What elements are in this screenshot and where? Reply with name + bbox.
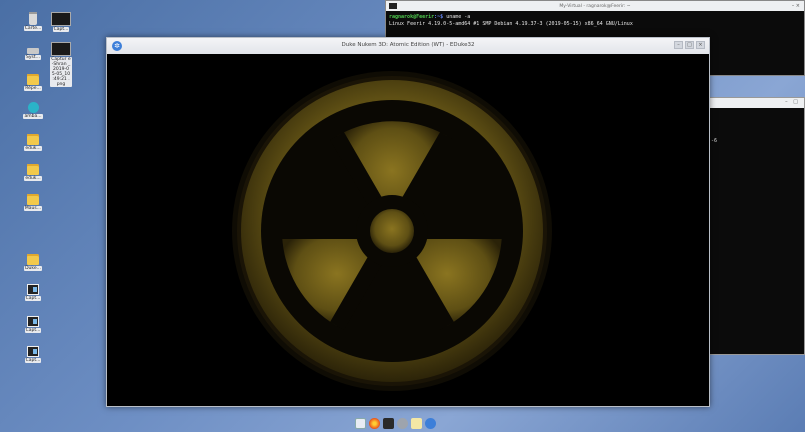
desktop-icon-label: Maus... (23, 206, 43, 211)
close-button[interactable]: × (696, 41, 705, 49)
desktop-icon-trash[interactable]: Carte... (22, 12, 44, 31)
terminal-command-line: ragnarok@Feerir:~$ uname -a (389, 14, 801, 21)
desktop-icon-label: Carte... (23, 26, 43, 31)
taskbar (355, 416, 436, 430)
desktop-icon-label: Capt... (24, 358, 42, 363)
text-editor-icon[interactable] (411, 417, 422, 429)
trash-icon (29, 12, 37, 25)
terminal-window-controls[interactable]: – × (792, 3, 800, 9)
desktop-icon-label: Syst... (25, 55, 41, 60)
screenshot-icon (27, 284, 39, 295)
game-window[interactable]: ✲ Duke Nukem 3D: Atomic Edition (WT) - E… (106, 37, 710, 407)
drive-icon (27, 48, 39, 54)
desktop-icon-repertoire[interactable]: Répe... (22, 74, 44, 91)
screenshot-icon (27, 316, 39, 327)
desktop-icon-eduke-2[interactable]: eduk... (22, 164, 44, 181)
desktop-icon-capture-2[interactable]: Capt... (22, 316, 44, 333)
desktop-icon-capture-1[interactable]: Capt... (22, 284, 44, 301)
secondary-window-text: -6 (711, 138, 718, 144)
minimize-button[interactable]: – (674, 41, 683, 49)
eduke32-icon[interactable] (425, 417, 436, 429)
terminal-titlebar[interactable]: My-Virtual - ragnarok@Feerir: ~ – × (386, 1, 804, 11)
desktop-icon-label: Duke... (24, 266, 42, 271)
prompt-user: ragnarok@Feerir (389, 14, 435, 20)
desktop-icon-amba[interactable]: amba... (22, 102, 44, 119)
desktop-icon-label: eduk... (24, 176, 42, 181)
desktop-icon-eduke-1[interactable]: eduk... (22, 134, 44, 151)
desktop-icon-capture-3[interactable]: Capt... (22, 346, 44, 363)
terminal-output[interactable]: ragnarok@Feerir:~$ uname -a Linux Feerir… (386, 11, 804, 31)
prompt-path: :~$ (434, 14, 444, 20)
secondary-window-controls[interactable]: – □ (785, 99, 800, 105)
game-titlebar[interactable]: ✲ Duke Nukem 3D: Atomic Edition (WT) - E… (107, 38, 709, 55)
settings-icon[interactable] (397, 417, 408, 429)
terminal-command: uname -a (443, 14, 471, 20)
firefox-icon[interactable] (369, 417, 380, 429)
maximize-button[interactable]: □ (685, 41, 694, 49)
terminal-icon[interactable] (383, 417, 394, 429)
secondary-titlebar[interactable]: – □ (707, 98, 804, 108)
folder-icon (27, 164, 39, 175)
game-window-title: Duke Nukem 3D: Atomic Edition (WT) - EDu… (341, 42, 475, 48)
desktop-icon-label: Répe... (24, 86, 42, 91)
desktop-icon-label: Capt... (52, 27, 70, 32)
file-manager-icon[interactable] (355, 417, 366, 429)
terminal-title: My-Virtual - ragnarok@Feerir: ~ (559, 3, 631, 9)
game-window-controls: – □ × (674, 41, 705, 49)
game-viewport[interactable] (107, 54, 709, 406)
desktop-icon-capture-thumb[interactable]: Capt... (50, 12, 72, 32)
folder-icon (27, 74, 39, 85)
globe-icon (27, 102, 39, 113)
folder-icon (27, 254, 39, 265)
desktop-icon-label: Capt... (24, 328, 42, 333)
folder-icon (27, 134, 39, 145)
radiation-symbol-icon (232, 71, 552, 391)
desktop-icon-label: Captur e-Shran _2019-0 5-05_10 :49:21 .p… (50, 57, 72, 87)
image-thumbnail-icon (51, 42, 71, 56)
image-thumbnail-icon (51, 12, 71, 26)
folder-icon (27, 194, 39, 205)
desktop-icon-screenshot-file[interactable]: Captur e-Shran _2019-0 5-05_10 :49:21 .p… (50, 42, 72, 87)
desktop-icon-system[interactable]: Syst... (22, 44, 44, 60)
screenshot-icon (27, 346, 39, 357)
desktop-icon-duke[interactable]: Duke... (22, 254, 44, 271)
terminal-output-line: Linux Feerir 4.19.0-5-amd64 #1 SMP Debia… (389, 21, 633, 27)
desktop-icon-label: eduk... (24, 146, 42, 151)
desktop-icon-label: amba... (23, 114, 43, 119)
desktop-icon-maus[interactable]: Maus... (22, 194, 44, 211)
secondary-window[interactable]: – □ -6 (706, 97, 805, 355)
desktop-icon-label: Capt... (24, 296, 42, 301)
